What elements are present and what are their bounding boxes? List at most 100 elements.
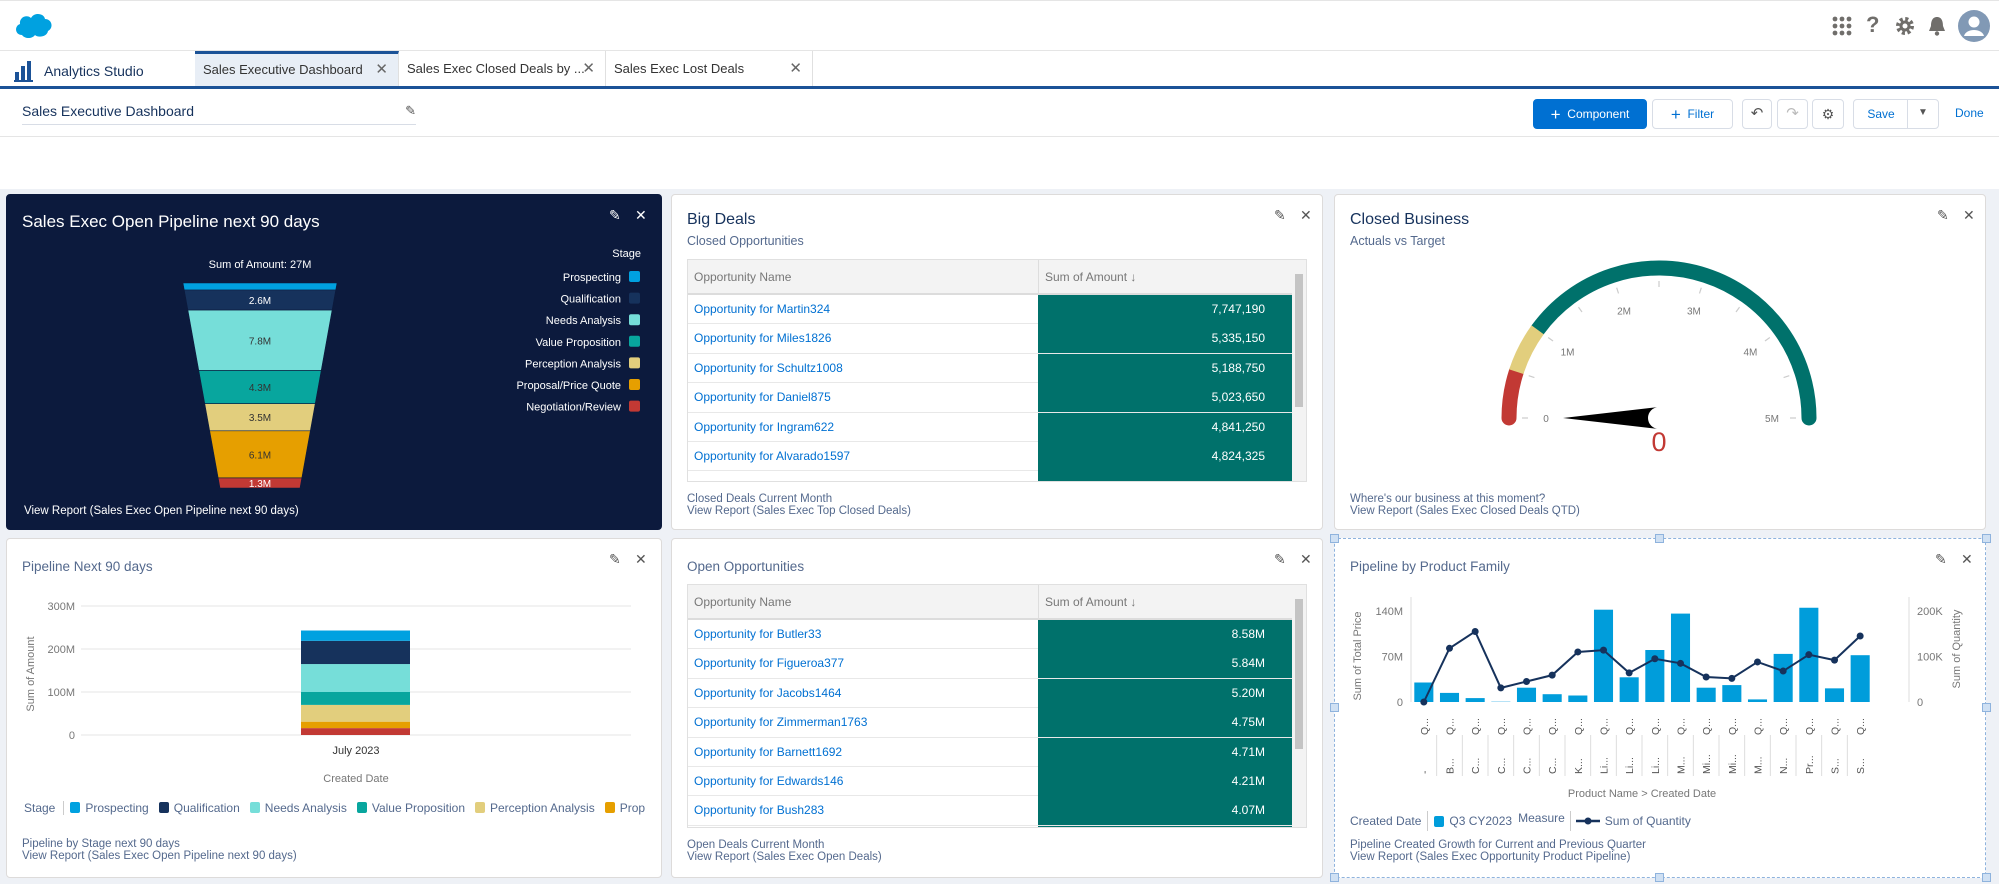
bar-segment xyxy=(301,640,410,665)
column-header-opportunity-name[interactable]: Opportunity Name xyxy=(688,260,1038,295)
opportunity-link[interactable]: Opportunity for Edwards146 xyxy=(694,767,843,796)
column-header-opportunity-name[interactable]: Opportunity Name xyxy=(688,585,1038,620)
close-tab-icon[interactable]: ✕ xyxy=(582,51,595,87)
resize-handle[interactable] xyxy=(1330,703,1339,712)
resize-handle[interactable] xyxy=(1982,703,1991,712)
opportunity-link[interactable]: Opportunity for Miles1826 xyxy=(694,324,831,353)
opportunity-link[interactable]: Opportunity for Schultz1008 xyxy=(694,354,843,383)
user-avatar[interactable] xyxy=(1958,10,1990,42)
legend-item[interactable]: Qualification xyxy=(158,801,240,815)
legend-item[interactable]: Value Proposition xyxy=(356,801,465,815)
salesforce-logo[interactable] xyxy=(14,11,54,39)
widget-open-pipeline-funnel[interactable]: Sales Exec Open Pipeline next 90 days ✎ … xyxy=(6,194,662,530)
legend-item[interactable]: Prop xyxy=(604,801,645,815)
help-icon[interactable]: ? xyxy=(1866,12,1879,38)
legend-item[interactable]: Sum of Quantity xyxy=(1605,814,1691,828)
undo-button[interactable]: ↶ xyxy=(1742,99,1772,129)
table-scrollbar[interactable] xyxy=(1292,585,1306,827)
opportunity-link[interactable]: Opportunity for Figueroa377 xyxy=(694,649,844,678)
amount-cell: 4.75M xyxy=(1038,708,1294,738)
dashboard-properties-button[interactable]: ⚙ xyxy=(1812,99,1844,129)
amount-cell: 4.07M xyxy=(1038,796,1294,826)
view-report-link[interactable]: View Report (Sales Exec Open Pipeline ne… xyxy=(24,505,299,517)
widget-big-deals[interactable]: Big Deals Closed Opportunities ✎ ✕ Oppor… xyxy=(671,194,1323,530)
gauge-tick-label: 3M xyxy=(1687,307,1701,318)
tab-lost-deals[interactable]: Sales Exec Lost Deals ✕ xyxy=(606,51,813,86)
save-options-chevron-down-icon[interactable]: ▼ xyxy=(1907,99,1938,129)
close-tab-icon[interactable]: ✕ xyxy=(375,54,388,86)
tab-closed-deals[interactable]: Sales Exec Closed Deals by ... ✕ xyxy=(399,51,606,86)
opportunity-link[interactable]: Opportunity for Barnett1692 xyxy=(694,738,842,767)
opportunity-link[interactable]: Opportunity for Zimmerman1763 xyxy=(694,708,867,737)
opportunity-link[interactable]: Opportunity for Bush283 xyxy=(694,796,824,825)
close-icon[interactable]: ✕ xyxy=(1300,207,1312,224)
setup-gear-icon[interactable] xyxy=(1894,15,1916,37)
done-button[interactable]: Done xyxy=(1955,106,1984,120)
resize-handle[interactable] xyxy=(1982,873,1991,882)
scrollbar-thumb[interactable] xyxy=(1295,274,1303,407)
add-filter-button[interactable]: + Filter xyxy=(1652,99,1733,129)
app-launcher-icon[interactable] xyxy=(1832,16,1852,36)
save-button[interactable]: Save ▼ xyxy=(1853,99,1939,129)
opportunity-link[interactable]: Opportunity for Ingram622 xyxy=(694,413,834,442)
x-tick-label-date: Q... xyxy=(1753,718,1765,735)
resize-handle[interactable] xyxy=(1655,873,1664,882)
opportunity-link[interactable]: Opportunity for Daniel875 xyxy=(694,383,831,412)
column-header-sum-of-amount[interactable]: Sum of Amount ↓ xyxy=(1038,585,1294,620)
resize-handle[interactable] xyxy=(1655,534,1664,543)
close-tab-icon[interactable]: ✕ xyxy=(789,51,802,87)
gauge-band xyxy=(1509,325,1544,375)
redo-button[interactable]: ↷ xyxy=(1777,99,1808,129)
edit-pencil-icon[interactable]: ✎ xyxy=(1274,551,1286,568)
table-scrollbar[interactable] xyxy=(1292,260,1306,481)
legend-item[interactable]: Perception Analysis xyxy=(475,801,595,815)
widget-pipeline-by-product-family[interactable]: Pipeline by Product Family ✎ ✕ 0 70M 140M 0… xyxy=(1334,538,1986,878)
gauge-tick-label: 0 xyxy=(1543,414,1549,425)
line-point xyxy=(1754,658,1761,666)
column-header-sum-of-amount[interactable]: Sum of Amount ↓ xyxy=(1038,260,1294,295)
edit-title-pencil-icon[interactable]: ✎ xyxy=(405,103,416,119)
view-report-link[interactable]: View Report (Sales Exec Open Deals) xyxy=(687,851,882,863)
scrollbar-thumb[interactable] xyxy=(1295,599,1303,750)
legend-swatch xyxy=(249,802,260,813)
x-tick-label-product: S... xyxy=(1830,758,1842,774)
add-component-button[interactable]: + Component xyxy=(1533,99,1647,129)
legend-swatch xyxy=(629,314,640,326)
legend-label: Qualification xyxy=(173,801,240,815)
tab-sales-executive-dashboard[interactable]: Sales Executive Dashboard ✕ xyxy=(195,51,399,86)
legend-item[interactable]: Prospecting xyxy=(70,801,149,815)
close-icon[interactable]: ✕ xyxy=(1300,551,1312,568)
widget-closed-business[interactable]: Closed Business Actuals vs Target ✎ ✕ 01… xyxy=(1334,194,1986,530)
notification-bell-icon[interactable] xyxy=(1928,16,1946,36)
opportunity-link[interactable]: Opportunity for Jacobs1464 xyxy=(694,679,841,708)
view-report-link[interactable]: View Report (Sales Exec Open Pipeline ne… xyxy=(22,850,297,862)
line-point xyxy=(1600,646,1607,654)
legend-label: Value Proposition xyxy=(371,801,465,815)
view-report-link[interactable]: View Report (Sales Exec Opportunity Prod… xyxy=(1350,851,1630,863)
bar xyxy=(1722,685,1742,702)
view-report-link[interactable]: View Report (Sales Exec Closed Deals QTD… xyxy=(1350,505,1580,517)
x-tick-label-product: K... xyxy=(1573,758,1585,774)
table-row-partial xyxy=(688,471,1294,481)
opportunity-link[interactable]: Opportunity for Alvarado1597 xyxy=(694,442,850,471)
gauge-tick xyxy=(1698,287,1702,294)
y-tick-label: 0 xyxy=(1397,697,1403,709)
opportunity-link[interactable]: Opportunity for Butler33 xyxy=(694,620,821,649)
resize-handle[interactable] xyxy=(1330,534,1339,543)
view-report-link[interactable]: View Report (Sales Exec Top Closed Deals… xyxy=(687,505,911,517)
edit-pencil-icon[interactable]: ✎ xyxy=(1274,207,1286,224)
funnel-segment-label: 1.3M xyxy=(249,479,271,490)
opportunity-link[interactable]: Opportunity for Martin324 xyxy=(694,295,830,324)
legend-item[interactable]: Q3 CY2023 xyxy=(1449,814,1512,828)
widget-pipeline-next-90-days[interactable]: Pipeline Next 90 days ✎ ✕ 0 100M 200M 300M S… xyxy=(6,538,662,878)
dashboard-title-field[interactable]: Sales Executive Dashboard ✎ xyxy=(22,103,416,125)
line-point xyxy=(1702,673,1710,681)
resize-handle[interactable] xyxy=(1330,873,1339,882)
app-name[interactable]: Analytics Studio xyxy=(14,58,144,84)
widget-open-opportunities[interactable]: Open Opportunities ✎ ✕ Opportunity Name S… xyxy=(671,538,1323,878)
legend-swatch xyxy=(629,400,640,412)
legend-item[interactable]: Needs Analysis xyxy=(249,801,347,815)
gear-icon: ⚙ xyxy=(1821,106,1835,122)
resize-handle[interactable] xyxy=(1982,534,1991,543)
y-tick-label: 300M xyxy=(47,601,75,613)
